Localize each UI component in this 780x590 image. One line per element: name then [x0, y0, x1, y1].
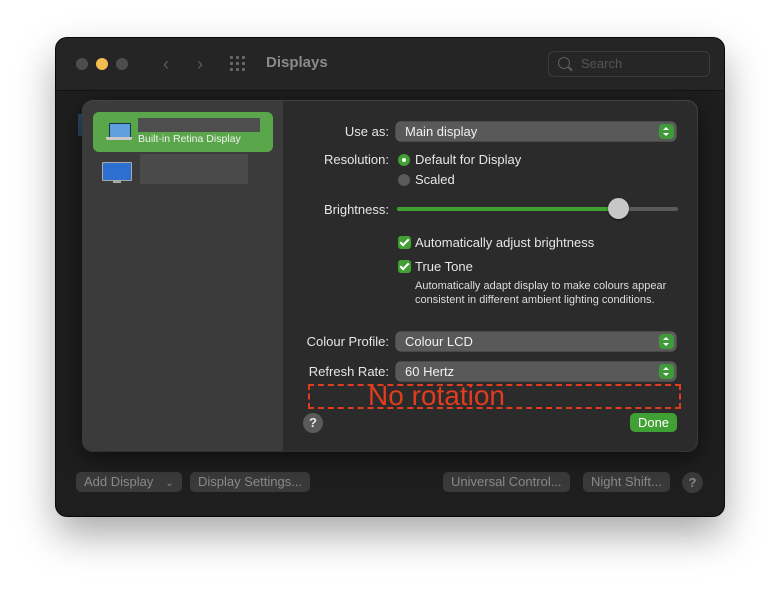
forward-button[interactable]: › — [184, 51, 216, 77]
search-placeholder: Search — [581, 56, 623, 71]
display-settings-button[interactable]: Display Settings... — [190, 472, 311, 492]
show-all-grid-icon[interactable] — [230, 56, 248, 72]
true-tone-label: True Tone — [415, 259, 473, 274]
refresh-rate-label: Refresh Rate: — [308, 364, 389, 379]
resolution-default-radio[interactable] — [398, 154, 410, 166]
title-bar: ‹ › Displays Search — [56, 38, 724, 91]
resolution-scaled-label: Scaled — [415, 172, 455, 187]
resolution-scaled-radio[interactable] — [398, 174, 410, 186]
use-as-value: Main display — [405, 124, 478, 139]
annotation-text: No rotation — [368, 380, 505, 411]
sheet-help-button[interactable]: ? — [303, 413, 323, 433]
refresh-rate-popup[interactable]: 60 Hertz — [396, 362, 676, 381]
true-tone-checkbox[interactable] — [398, 260, 411, 273]
use-as-popup[interactable]: Main display — [396, 122, 676, 141]
auto-brightness-checkbox[interactable] — [398, 236, 411, 249]
done-button[interactable]: Done — [630, 413, 677, 432]
monitor-display-icon — [102, 162, 132, 184]
add-display-button[interactable]: Add Display ⌄ — [76, 472, 182, 492]
night-shift-button[interactable]: Night Shift... — [583, 472, 670, 492]
colour-profile-label: Colour Profile: — [306, 334, 389, 349]
popup-arrows-icon — [659, 334, 674, 349]
search-icon — [558, 57, 570, 69]
brightness-slider[interactable] — [397, 198, 678, 219]
resolution-label: Resolution: — [323, 152, 389, 167]
brightness-slider-knob[interactable] — [608, 198, 630, 219]
laptop-display-icon — [106, 123, 132, 140]
add-display-label: Add Display — [84, 474, 154, 489]
universal-control-button[interactable]: Universal Control... — [443, 472, 570, 492]
popup-arrows-icon — [659, 364, 674, 379]
colour-profile-value: Colour LCD — [405, 334, 473, 349]
help-button[interactable]: ? — [682, 472, 703, 493]
colour-profile-popup[interactable]: Colour LCD — [396, 332, 676, 351]
display-settings-sheet: Built-in Retina Display Use as: Main dis… — [83, 101, 697, 451]
use-as-label: Use as: — [344, 124, 389, 139]
brightness-slider-fill — [397, 207, 619, 211]
zoom-window-button[interactable] — [116, 58, 128, 70]
back-button[interactable]: ‹ — [150, 51, 182, 77]
minimize-window-button[interactable] — [96, 58, 108, 70]
chevron-down-icon: ⌄ — [165, 478, 174, 489]
refresh-rate-value: 60 Hertz — [405, 364, 455, 379]
search-field[interactable]: Search — [548, 51, 710, 77]
popup-arrows-icon — [659, 124, 674, 139]
window-title: Displays — [266, 54, 328, 71]
true-tone-description: Automatically adapt display to make colo… — [415, 280, 667, 306]
auto-brightness-label: Automatically adjust brightness — [415, 235, 595, 250]
brightness-label: Brightness: — [323, 202, 389, 217]
resolution-default-label: Default for Display — [415, 152, 522, 167]
close-window-button[interactable] — [76, 58, 88, 70]
